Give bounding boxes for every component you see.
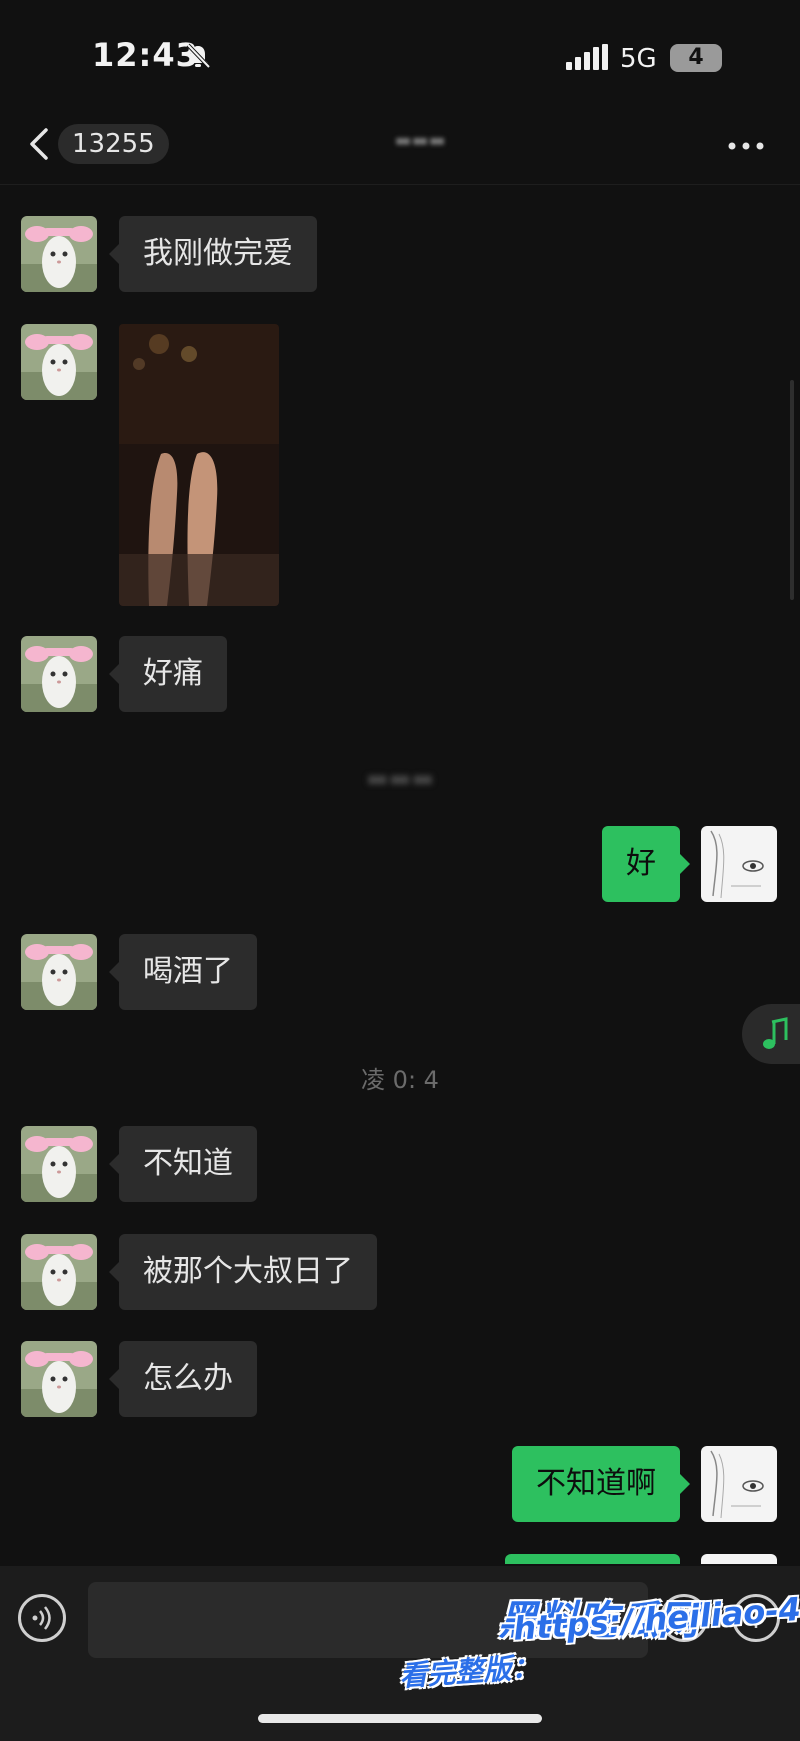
message-row: 我刚做完爱 xyxy=(0,216,800,292)
contact-avatar[interactable] xyxy=(21,1234,97,1310)
sketch-avatar-icon xyxy=(701,1446,777,1522)
outgoing-message[interactable]: 不知道啊 xyxy=(512,1446,690,1522)
message-row: 不知道 xyxy=(0,1126,800,1202)
contact-avatar[interactable] xyxy=(21,216,97,292)
signal-icon xyxy=(566,44,608,70)
bell-off-icon xyxy=(186,43,211,69)
music-note-icon xyxy=(763,1017,788,1049)
incoming-message[interactable]: 不知道 xyxy=(109,1126,257,1202)
scrollbar[interactable] xyxy=(790,380,794,600)
user-avatar[interactable] xyxy=(701,1446,777,1522)
emoji-button[interactable] xyxy=(660,1594,708,1642)
incoming-message[interactable]: 我刚做完爱 xyxy=(109,216,317,292)
cat-avatar-icon xyxy=(21,1341,97,1417)
cat-avatar-icon xyxy=(21,1126,97,1202)
contact-avatar[interactable] xyxy=(21,1341,97,1417)
photo-thumbnail xyxy=(119,324,279,606)
message-row: 好 xyxy=(0,826,800,902)
plus-button[interactable] xyxy=(732,1594,780,1642)
cat-avatar-icon xyxy=(21,636,97,712)
timestamp-redacted: ▬▬▬ xyxy=(365,764,435,792)
cat-avatar-icon xyxy=(21,216,97,292)
status-time: 12:43 xyxy=(92,36,199,74)
network-type: 5G xyxy=(620,44,657,74)
plus-icon xyxy=(746,1608,766,1628)
home-indicator[interactable] xyxy=(258,1714,542,1723)
cat-avatar-icon xyxy=(21,934,97,1010)
incoming-message[interactable]: 好痛 xyxy=(109,636,227,712)
sketch-avatar-icon xyxy=(701,826,777,902)
input-bar xyxy=(0,1566,800,1741)
incoming-message[interactable]: 怎么办 xyxy=(109,1341,257,1417)
cat-avatar-icon xyxy=(21,1234,97,1310)
cat-avatar-icon xyxy=(21,324,97,400)
battery-indicator: 4 xyxy=(670,44,722,72)
user-avatar-partial[interactable] xyxy=(701,1554,777,1564)
floating-music-button[interactable] xyxy=(742,1004,800,1064)
contact-avatar[interactable] xyxy=(21,1126,97,1202)
chat-header: 13255 ▬▬▬ xyxy=(0,110,800,185)
message-row: 好痛 xyxy=(0,636,800,712)
status-bar: 12:43 5G 4 xyxy=(0,0,800,110)
outgoing-message[interactable]: 好 xyxy=(602,826,690,902)
contact-avatar[interactable] xyxy=(21,324,97,400)
message-row: 被那个大叔日了 xyxy=(0,1234,800,1310)
unread-count-badge[interactable]: 13255 xyxy=(58,124,169,164)
message-row: 喝酒了 xyxy=(0,934,800,1010)
voice-button[interactable] xyxy=(18,1594,66,1642)
contact-name: ▬▬▬ xyxy=(394,130,446,151)
incoming-message[interactable]: 喝酒了 xyxy=(109,934,257,1010)
message-row: 怎么办 xyxy=(0,1341,800,1417)
message-list[interactable]: 我刚做完爱 好痛 ▬▬▬ 好 喝酒了 凌 0: 4 不知道 被那个大叔日了 怎么… xyxy=(0,184,800,1564)
voice-icon xyxy=(32,1606,51,1630)
emoji-icon xyxy=(675,1612,693,1627)
timestamp: 凌 0: 4 xyxy=(361,1066,439,1094)
user-avatar[interactable] xyxy=(701,826,777,902)
message-row: 不知道啊 xyxy=(0,1446,800,1522)
incoming-message[interactable]: 被那个大叔日了 xyxy=(109,1234,377,1310)
outgoing-message-partial[interactable] xyxy=(505,1554,680,1564)
message-row-partial xyxy=(0,1554,800,1564)
chevron-left-icon[interactable] xyxy=(26,124,52,164)
contact-avatar[interactable] xyxy=(21,934,97,1010)
contact-avatar[interactable] xyxy=(21,636,97,712)
image-message[interactable] xyxy=(119,324,279,606)
message-row xyxy=(0,324,800,606)
message-input[interactable] xyxy=(88,1582,648,1658)
more-dots-icon[interactable] xyxy=(724,134,768,158)
